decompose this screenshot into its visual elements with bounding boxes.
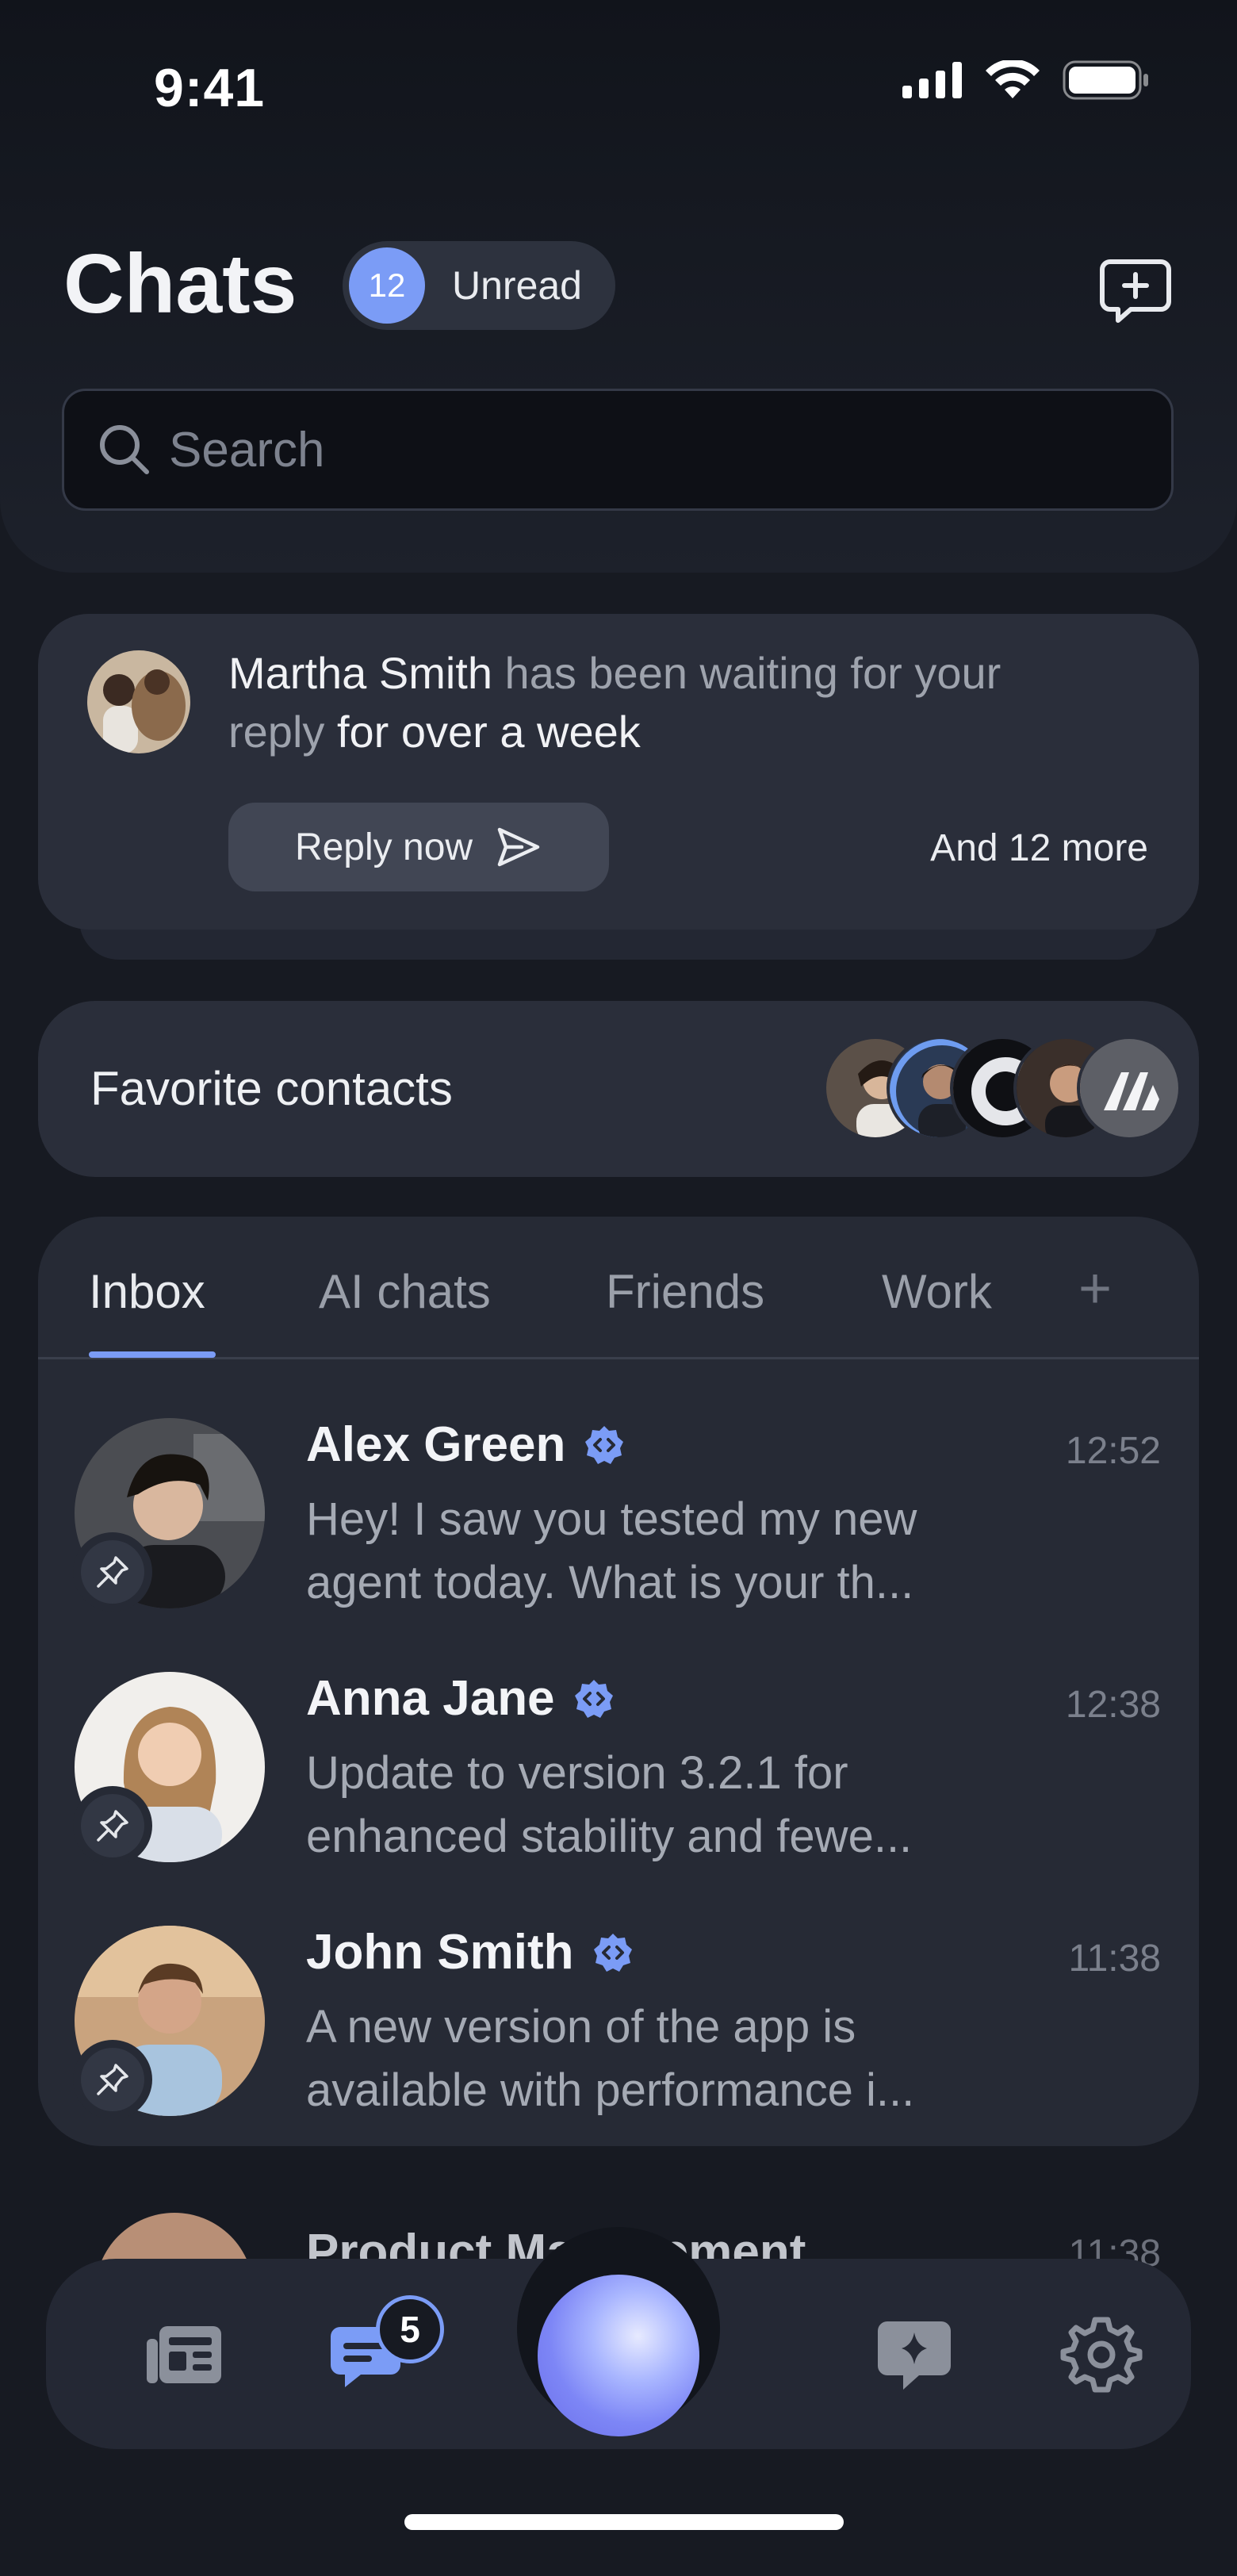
pin-badge bbox=[73, 1532, 152, 1612]
wifi-icon bbox=[986, 60, 1040, 98]
tab-ai-chat[interactable] bbox=[871, 2311, 958, 2398]
status-bar: 9:41 bbox=[0, 0, 1237, 167]
reminder-contact-name: Martha Smith bbox=[228, 648, 492, 698]
chat-time: 12:38 bbox=[1065, 1684, 1161, 1726]
chat-name-text: Alex Green bbox=[306, 1417, 566, 1472]
chat-row[interactable]: Alex Green 12:52 Hey! I saw you tested m… bbox=[38, 1416, 1199, 1656]
tab-work[interactable]: Work bbox=[882, 1264, 992, 1319]
ai-chat-icon bbox=[878, 2321, 951, 2390]
reminder-text-1: has been waiting for your bbox=[492, 648, 1001, 698]
active-tab-indicator bbox=[89, 1351, 216, 1358]
search-input[interactable] bbox=[169, 421, 1120, 478]
new-message-icon bbox=[1100, 259, 1171, 323]
pin-icon bbox=[97, 1810, 128, 1842]
favorite-avatars[interactable] bbox=[823, 1036, 1188, 1144]
reminder-text-2: reply bbox=[228, 707, 325, 757]
tab-news[interactable] bbox=[141, 2311, 228, 2398]
chat-preview: A new version of the app is available wi… bbox=[306, 2001, 915, 2116]
chat-name-text: Anna Jane bbox=[306, 1671, 555, 1726]
unread-count-badge: 12 bbox=[349, 247, 425, 324]
chat-row[interactable]: Anna Jane 12:38 Update to version 3.2.1 … bbox=[38, 1670, 1199, 1910]
favorite-contacts-title: Favorite contacts bbox=[90, 1062, 453, 1115]
search-field[interactable] bbox=[62, 389, 1174, 511]
status-icons bbox=[902, 60, 1150, 100]
pin-icon bbox=[97, 2064, 128, 2095]
verified-icon bbox=[593, 1933, 632, 1972]
pin-icon bbox=[97, 1556, 128, 1588]
chat-time: 11:38 bbox=[1068, 1938, 1161, 1980]
chat-name-text: John Smith bbox=[306, 1925, 574, 1980]
chat-preview: Update to version 3.2.1 for enhanced sta… bbox=[306, 1747, 913, 1862]
settings-icon bbox=[1060, 2317, 1143, 2393]
cellular-signal-icon bbox=[902, 62, 962, 98]
chat-time: 12:52 bbox=[1065, 1430, 1161, 1472]
battery-icon bbox=[1063, 60, 1148, 100]
pin-badge-inner bbox=[81, 1540, 144, 1604]
unread-filter-button[interactable]: 12 Unread bbox=[343, 241, 615, 330]
avatar bbox=[87, 650, 190, 753]
tab-friends[interactable]: Friends bbox=[606, 1264, 764, 1319]
reminder-message: Martha Smith has been waiting for your re… bbox=[228, 644, 1164, 761]
pin-badge bbox=[73, 1786, 152, 1865]
add-tab-button[interactable]: + bbox=[1078, 1256, 1112, 1321]
chat-preview: Hey! I saw you tested my new agent today… bbox=[306, 1493, 917, 1608]
tab-inbox[interactable]: Inbox bbox=[89, 1264, 205, 1319]
reply-now-button[interactable]: Reply now bbox=[228, 803, 609, 891]
verified-icon bbox=[585, 1425, 624, 1464]
tab-settings[interactable] bbox=[1058, 2311, 1145, 2398]
chat-row[interactable]: John Smith 11:38 A new version of the ap… bbox=[38, 1924, 1199, 2164]
reply-now-label: Reply now bbox=[294, 826, 473, 868]
chat-tabs: Inbox AI chats Friends Work + bbox=[38, 1217, 1199, 1359]
home-indicator bbox=[404, 2514, 844, 2530]
pin-badge bbox=[73, 2040, 152, 2119]
tab-ai-chats[interactable]: AI chats bbox=[319, 1264, 491, 1319]
reminder-text-3: for over a week bbox=[324, 707, 641, 757]
chat-name: Alex Green bbox=[306, 1416, 626, 1473]
favorite-contacts-card[interactable]: Favorite contacts bbox=[38, 1001, 1199, 1177]
unread-label: Unread bbox=[452, 263, 582, 308]
and-more-link[interactable]: And 12 more bbox=[930, 826, 1148, 870]
favorite-avatar[interactable] bbox=[1077, 1036, 1181, 1140]
new-message-button[interactable] bbox=[1096, 251, 1175, 330]
pin-badge-inner bbox=[81, 1794, 144, 1857]
reply-reminder-card: Martha Smith has been waiting for your re… bbox=[38, 614, 1199, 930]
send-icon bbox=[497, 827, 540, 867]
status-time: 9:41 bbox=[154, 58, 266, 118]
chat-name: Anna Jane bbox=[306, 1670, 615, 1727]
chat-list-card: Inbox AI chats Friends Work + Alex Green… bbox=[38, 1217, 1199, 2146]
news-icon bbox=[147, 2326, 221, 2383]
page-title: Chats bbox=[63, 237, 297, 331]
verified-icon bbox=[574, 1679, 613, 1718]
pin-badge-inner bbox=[81, 2048, 144, 2111]
search-icon bbox=[100, 425, 149, 474]
chats-badge: 5 bbox=[376, 2295, 444, 2363]
chat-name: John Smith bbox=[306, 1924, 634, 1980]
ai-assistant-orb[interactable] bbox=[538, 2275, 699, 2436]
